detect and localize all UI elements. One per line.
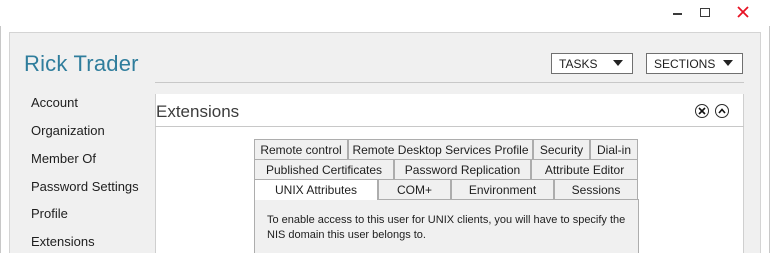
unix-info-line-2: NIS domain this user belongs to. — [267, 229, 426, 241]
header-divider — [155, 82, 744, 83]
tasks-label: TASKS — [559, 56, 598, 71]
collapse-section-button[interactable] — [715, 104, 729, 118]
page-title: Rick Trader — [24, 51, 139, 76]
tab-remote-control[interactable]: Remote control — [254, 139, 348, 159]
sidebar-item-extensions[interactable]: Extensions — [31, 234, 95, 249]
tab-security[interactable]: Security — [533, 139, 590, 159]
tab-published-certificates[interactable]: Published Certificates — [254, 159, 394, 179]
maximize-icon — [700, 7, 710, 17]
close-icon — [737, 6, 749, 18]
tab-dial-in[interactable]: Dial-in — [590, 139, 638, 159]
remove-section-button[interactable] — [695, 104, 709, 118]
minimize-icon — [672, 12, 682, 15]
sections-dropdown[interactable]: SECTIONS — [646, 53, 743, 74]
chevron-down-icon — [723, 60, 733, 66]
minimize-button[interactable] — [664, 0, 690, 24]
unix-info-text: To enable access to this user for UNIX c… — [267, 213, 637, 243]
sidebar-item-profile[interactable]: Profile — [31, 206, 68, 221]
maximize-button[interactable] — [690, 0, 720, 24]
tab-attribute-editor[interactable]: Attribute Editor — [531, 159, 638, 179]
close-window-button[interactable] — [720, 0, 766, 24]
unix-info-line-1: To enable access to this user for UNIX c… — [267, 214, 626, 226]
chevron-down-icon — [613, 60, 623, 66]
section-title: Extensions — [156, 102, 240, 121]
sidebar-item-organization[interactable]: Organization — [31, 123, 105, 138]
title-bar — [0, 0, 770, 26]
close-icon — [698, 107, 706, 115]
sidebar-item-password-settings[interactable]: Password Settings — [31, 179, 139, 194]
chevron-up-icon — [718, 108, 726, 114]
tab-password-replication[interactable]: Password Replication — [394, 159, 531, 179]
tab-com-plus[interactable]: COM+ — [378, 179, 451, 199]
tasks-dropdown[interactable]: TASKS — [551, 53, 633, 74]
tab-unix-attributes[interactable]: UNIX Attributes — [254, 179, 378, 200]
tab-environment[interactable]: Environment — [451, 179, 554, 199]
tab-remote-desktop-services-profile[interactable]: Remote Desktop Services Profile — [348, 139, 533, 159]
section-divider — [155, 126, 744, 127]
tab-sessions[interactable]: Sessions — [554, 179, 638, 199]
sidebar-item-member-of[interactable]: Member Of — [31, 151, 96, 166]
sidebar-item-account[interactable]: Account — [31, 95, 78, 110]
sections-label: SECTIONS — [654, 56, 716, 71]
